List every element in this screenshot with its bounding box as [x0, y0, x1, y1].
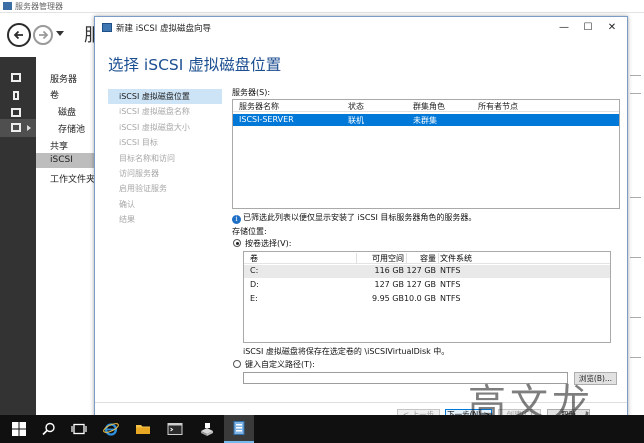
- storage-tools-icon[interactable]: [192, 415, 222, 443]
- table-row[interactable]: D: 127 GB 127 GB NTFS: [244, 279, 610, 292]
- servers-list[interactable]: 服务器名称 状态 群集角色 所有者节点 ISCSI-SERVER 联机 未群集: [232, 99, 620, 209]
- wizard-app-icon: [102, 23, 112, 32]
- wizard-titlebar[interactable]: 新建 iSCSI 虚拟磁盘向导 — ☐ ✕: [95, 17, 627, 38]
- wizard-title: 新建 iSCSI 虚拟磁盘向导: [116, 24, 211, 34]
- column-owner-node[interactable]: 所有者节点: [478, 101, 518, 112]
- capacity-cell: 10.0 GB: [403, 294, 436, 303]
- volumes-list-header: 卷 可用空间 容量 文件系统: [244, 252, 610, 264]
- volumes-list[interactable]: 卷 可用空间 容量 文件系统 C: 116 GB 127 GB NTFS D: …: [243, 251, 611, 343]
- forward-arrow-icon[interactable]: [33, 25, 53, 45]
- step-access-servers: 访问服务器: [119, 168, 159, 178]
- server-manager-app-icon: [3, 2, 12, 10]
- tree-item-iscsi[interactable]: iSCSI: [36, 153, 96, 168]
- taskbar: [0, 415, 644, 443]
- step-disk-size: iSCSI 虚拟磁盘大小: [119, 122, 190, 132]
- maximize-button[interactable]: ☐: [577, 20, 599, 35]
- tree-item-volumes[interactable]: 卷: [50, 88, 59, 101]
- table-row[interactable]: ISCSI-SERVER 联机 未群集: [233, 114, 619, 126]
- capacity-cell: 127 GB: [406, 266, 437, 275]
- server-name-cell: ISCSI-SERVER: [239, 115, 294, 124]
- file-system-cell: NTFS: [440, 266, 461, 275]
- tree-item-work-folders[interactable]: 工作文件夹: [50, 172, 95, 185]
- volume-cell: C:: [250, 266, 259, 275]
- page-title: 选择 iSCSI 虚拟磁盘位置: [108, 56, 282, 74]
- column-status[interactable]: 状态: [348, 101, 364, 112]
- new-iscsi-virtual-disk-wizard: 新建 iSCSI 虚拟磁盘向导 — ☐ ✕ 选择 iSCSI 虚拟磁盘位置 iS…: [94, 16, 628, 429]
- by-volume-radio[interactable]: [233, 239, 241, 247]
- column-volume[interactable]: 卷: [250, 253, 258, 264]
- local-server-icon[interactable]: [0, 87, 36, 105]
- table-row[interactable]: C: 116 GB 127 GB NTFS: [244, 265, 610, 278]
- storage-tree: 服务器 卷 磁盘 存储池 共享 iSCSI 工作文件夹: [36, 57, 96, 415]
- step-enable-auth: 启用验证服务: [119, 184, 167, 194]
- column-free-space[interactable]: 可用空间: [372, 253, 404, 264]
- custom-path-label[interactable]: 键入自定义路径(T):: [245, 359, 315, 370]
- task-view-icon[interactable]: [64, 415, 94, 443]
- step-disk-location[interactable]: iSCSI 虚拟磁盘位置: [108, 89, 222, 105]
- info-icon: i: [232, 215, 241, 224]
- powershell-icon[interactable]: [160, 415, 190, 443]
- custom-path-radio[interactable]: [233, 360, 241, 368]
- free-space-cell: 116 GB: [374, 266, 405, 275]
- server-status-cell: 联机: [348, 116, 364, 125]
- server-manager-titlebar: 服务器管理器: [0, 0, 644, 13]
- back-arrow-icon[interactable]: [7, 23, 31, 47]
- free-space-cell: 9.95 GB: [371, 294, 404, 303]
- dashboard-icon[interactable]: [0, 69, 36, 87]
- step-iscsi-target: iSCSI 目标: [119, 138, 158, 148]
- step-results: 结果: [119, 215, 135, 225]
- server-cluster-role-cell: 未群集: [413, 116, 437, 125]
- server-manager-taskbar-icon[interactable]: [224, 415, 254, 443]
- file-system-cell: NTFS: [440, 294, 461, 303]
- filter-info-text: 已筛选此列表以便仅显示安装了 iSCSI 目标服务器角色的服务器。: [243, 213, 477, 222]
- tree-item-servers[interactable]: 服务器: [50, 72, 77, 85]
- tree-item-disks[interactable]: 磁盘: [58, 105, 76, 118]
- file-system-cell: NTFS: [440, 280, 461, 289]
- wizard-steps: iSCSI 虚拟磁盘位置 iSCSI 虚拟磁盘名称 iSCSI 虚拟磁盘大小 i…: [108, 89, 222, 228]
- storage-location-label: 存储位置:: [232, 227, 267, 236]
- start-icon[interactable]: [4, 415, 34, 443]
- servers-list-header: 服务器名称 状态 群集角色 所有者节点: [233, 100, 619, 112]
- free-space-cell: 127 GB: [374, 280, 405, 289]
- internet-explorer-icon[interactable]: [96, 415, 126, 443]
- volume-save-note: iSCSI 虚拟磁盘将保存在选定卷的 \iSCSIVirtualDisk 中。: [243, 347, 450, 356]
- column-capacity[interactable]: 容量: [420, 253, 436, 264]
- capacity-cell: 127 GB: [406, 280, 437, 289]
- server-manager-right-strip: [626, 57, 644, 415]
- servers-label: 服务器(S):: [232, 88, 271, 97]
- step-disk-name: iSCSI 虚拟磁盘名称: [119, 107, 190, 117]
- history-dropdown-icon[interactable]: [56, 31, 64, 36]
- tree-item-storage-pools[interactable]: 存储池: [58, 122, 85, 135]
- by-volume-label[interactable]: 按卷选择(V):: [245, 238, 291, 249]
- minimize-button[interactable]: —: [553, 20, 575, 35]
- volume-cell: D:: [250, 280, 259, 289]
- file-explorer-icon[interactable]: [128, 415, 158, 443]
- server-manager-title: 服务器管理器: [15, 2, 63, 11]
- server-manager-rail: [0, 57, 36, 415]
- tree-item-shares[interactable]: 共享: [50, 139, 68, 152]
- volume-cell: E:: [250, 294, 258, 303]
- table-row[interactable]: E: 9.95 GB 10.0 GB NTFS: [244, 293, 610, 306]
- column-server-name[interactable]: 服务器名称: [239, 101, 279, 112]
- column-cluster-role[interactable]: 群集角色: [413, 101, 445, 112]
- step-confirmation: 确认: [119, 199, 135, 209]
- filter-info: i 已筛选此列表以便仅显示安装了 iSCSI 目标服务器角色的服务器。: [232, 212, 476, 224]
- column-file-system[interactable]: 文件系统: [440, 253, 472, 264]
- file-storage-services-icon[interactable]: [0, 119, 36, 137]
- search-icon[interactable]: [34, 415, 64, 443]
- step-target-name-access: 目标名称和访问: [119, 153, 175, 163]
- close-button[interactable]: ✕: [601, 20, 623, 35]
